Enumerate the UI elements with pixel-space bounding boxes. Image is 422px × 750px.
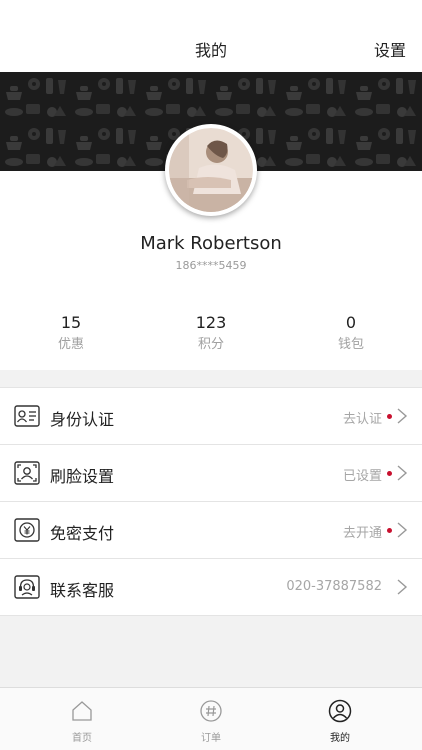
menu-item-identity[interactable]: 身份认证 去认证 <box>0 388 422 445</box>
order-icon <box>200 700 222 722</box>
stat-coupons[interactable]: 15 优惠 <box>1 313 141 355</box>
tab-mine[interactable]: 我的 <box>270 688 410 750</box>
menu-item-value: 已设置 <box>342 469 382 484</box>
menu-item-customer-service[interactable]: 联系客服 020-37887582 <box>0 559 422 616</box>
menu-item-label: 联系客服 <box>50 581 115 600</box>
notification-dot <box>387 414 392 419</box>
menu-item-password-free-pay[interactable]: 免密支付 去开通 <box>0 502 422 559</box>
tab-label: 我的 <box>330 733 350 744</box>
stat-label: 钱包 <box>337 337 364 352</box>
stat-points[interactable]: 123 积分 <box>141 313 281 355</box>
menu-item-value: 020-37887582 <box>286 579 382 594</box>
settings-menu: 身份认证 去认证 刷脸设置 已设置 免密支付 去开通 联系客服 020-3788… <box>0 387 422 616</box>
settings-button[interactable]: 设置 <box>374 37 406 61</box>
avatar-photo <box>169 128 253 212</box>
stat-label: 优惠 <box>57 337 84 352</box>
profile-icon <box>328 699 352 723</box>
stat-value: 15 <box>60 313 82 332</box>
menu-item-value: 去认证 <box>342 412 382 427</box>
stat-wallet[interactable]: 0 钱包 <box>281 313 421 355</box>
nav-bar: 我的 设置 <box>0 0 422 72</box>
page-title: 我的 <box>194 41 227 60</box>
tab-home[interactable]: 首页 <box>12 688 152 750</box>
menu-item-label: 免密支付 <box>50 524 115 543</box>
user-phone: 186****5459 <box>175 259 247 272</box>
menu-item-label: 身份认证 <box>50 410 115 429</box>
chevron-right-icon <box>397 408 408 424</box>
stat-value: 123 <box>195 313 227 332</box>
chevron-right-icon <box>397 465 408 481</box>
menu-item-label: 刷脸设置 <box>50 467 115 486</box>
customer-service-icon <box>14 575 40 599</box>
stat-value: 0 <box>345 313 357 332</box>
menu-item-value: 去开通 <box>342 526 382 541</box>
notification-dot <box>387 471 392 476</box>
user-name: Mark Robertson <box>140 233 282 254</box>
stat-label: 积分 <box>197 337 224 352</box>
chevron-right-icon <box>397 579 408 595</box>
tab-label: 订单 <box>201 733 221 744</box>
chevron-right-icon <box>397 522 408 538</box>
profile-section: Mark Robertson 186****5459 15 优惠 123 积分 … <box>0 124 422 370</box>
avatar[interactable] <box>165 124 257 216</box>
tab-bar: 首页 订单 我的 <box>0 687 422 750</box>
tab-label: 首页 <box>72 733 92 744</box>
menu-item-face-settings[interactable]: 刷脸设置 已设置 <box>0 445 422 502</box>
tab-orders[interactable]: 订单 <box>141 688 281 750</box>
id-card-icon <box>14 405 40 427</box>
yuan-pay-icon <box>14 518 40 542</box>
notification-dot <box>387 528 392 533</box>
face-scan-icon <box>14 461 40 485</box>
home-icon <box>72 701 92 721</box>
